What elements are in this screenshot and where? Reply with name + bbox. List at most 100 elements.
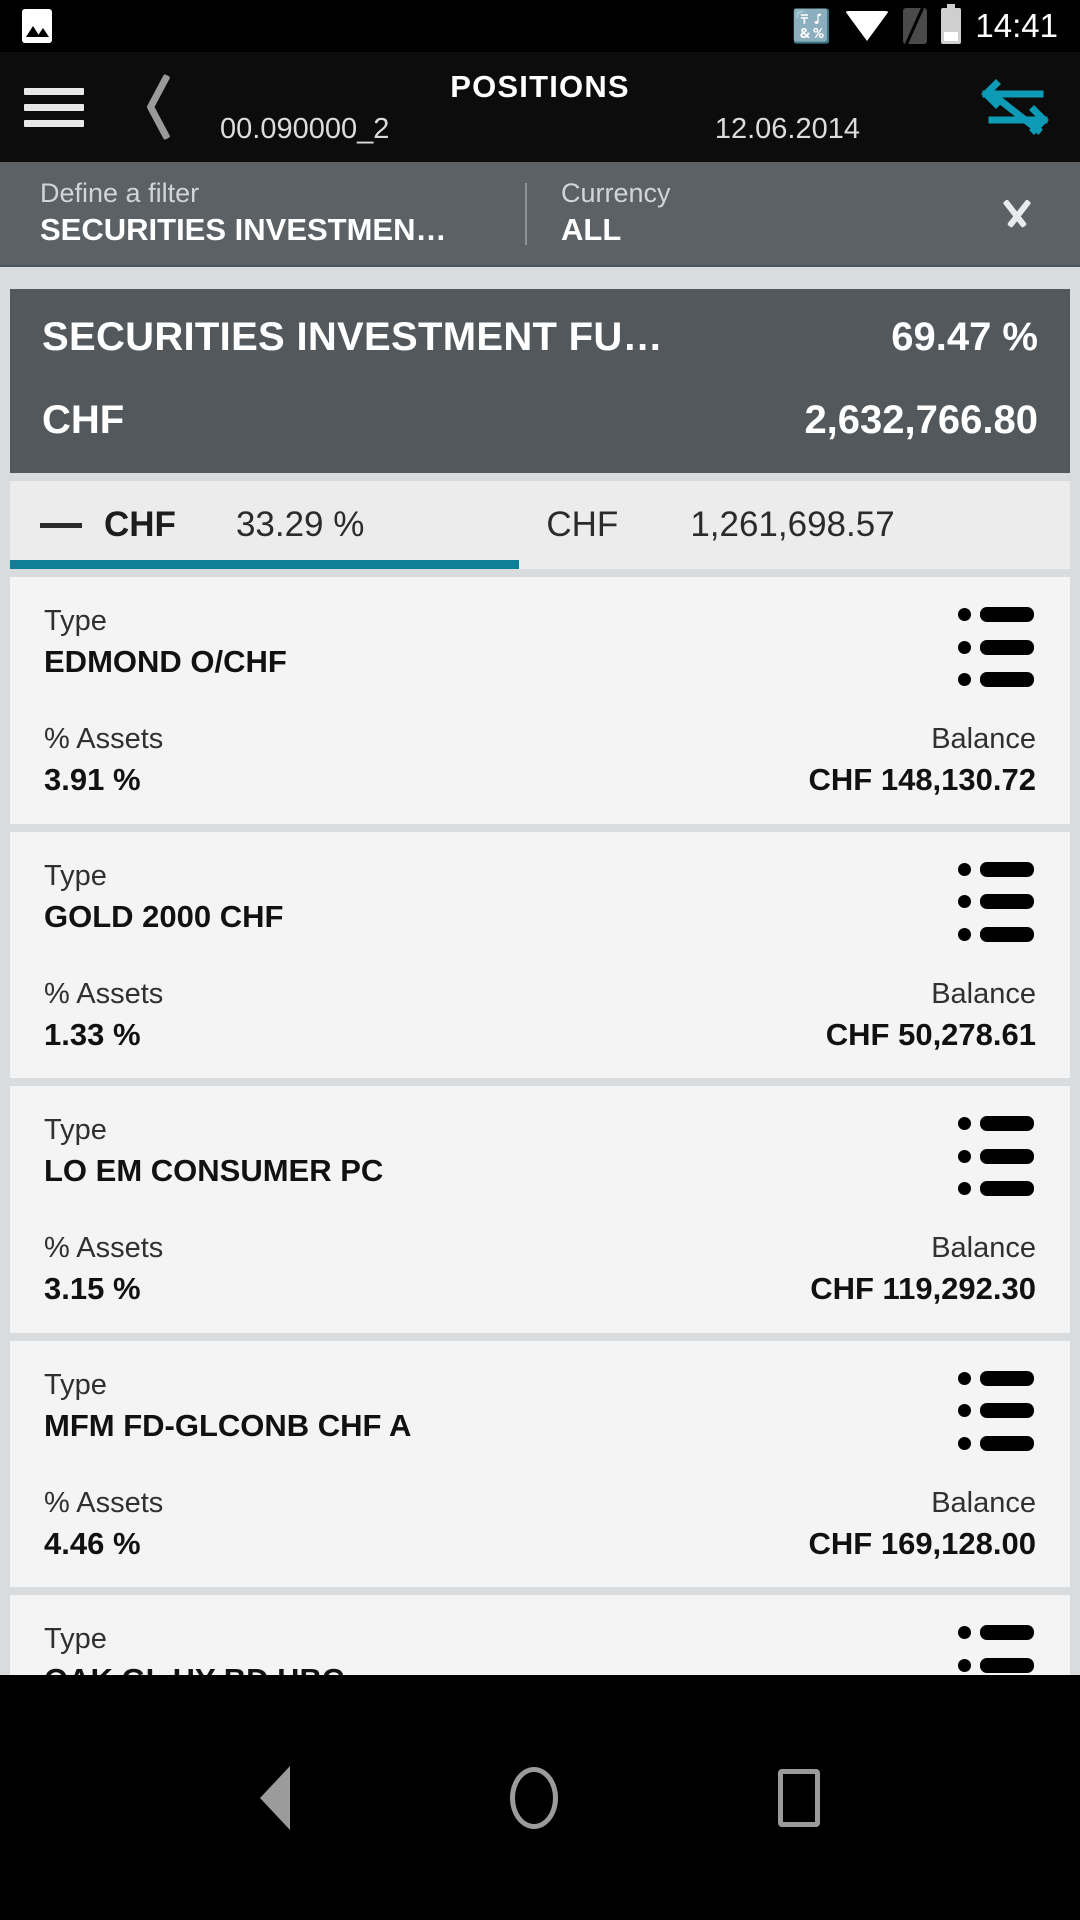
type-label: Type [44, 605, 107, 637]
currency-value: ALL [561, 212, 622, 247]
bluetooth-icon: 🔣 [791, 8, 832, 44]
position-card-top: Type GOLD 2000 CHF [44, 858, 1036, 942]
tab-percent: 33.29 % [235, 505, 365, 544]
assets-block: % Assets 3.15 % [44, 1230, 163, 1311]
assets-block: % Assets 1.33 % [44, 976, 163, 1057]
position-name: GOLD 2000 CHF [44, 898, 284, 934]
status-bar-left [22, 9, 52, 43]
assets-block: % Assets 4.46 % [44, 1485, 163, 1566]
assets-value: 4.46 % [44, 1525, 141, 1561]
assets-value: 3.91 % [44, 762, 141, 798]
tab-currency-secondary: CHF [546, 505, 619, 544]
position-card-bottom: % Assets 3.91 % Balance CHF 148,130.72 [44, 721, 1036, 802]
content-area: SECURITIES INVESTMENT FU… 69.47 % CHF 2,… [0, 267, 1080, 1675]
status-bar-right: 🔣 14:41 [791, 4, 1058, 45]
balance-label: Balance [931, 977, 1036, 1010]
nav-home-circle-icon[interactable] [510, 1766, 558, 1829]
position-type-block: Type OAK GL HY BD HBC [44, 1621, 344, 1675]
position-card[interactable]: TypeOAK GL HY BD HBC% Assets4.65 %Balanc… [10, 1595, 1070, 1675]
position-card-top: Type LO EM CONSUMER PC [44, 1112, 1036, 1196]
filter-label: Define a filter [40, 178, 200, 209]
position-type-block: Type EDMOND O/CHF [44, 603, 287, 684]
position-card-top: Type OAK GL HY BD HBC [44, 1621, 1036, 1675]
position-name: OAK GL HY BD HBC [44, 1658, 344, 1675]
type-label: Type [44, 1114, 107, 1146]
assets-block: % Assets 3.91 % [44, 721, 163, 802]
status-bar-clock: 14:41 [975, 7, 1058, 44]
account-number: 00.090000_2 [220, 112, 390, 145]
filter-value: SECURITIES INVESTMEN… [40, 212, 447, 247]
balance-value: CHF 148,130.72 [808, 762, 1036, 798]
bulleted-list-icon[interactable] [958, 1112, 1036, 1196]
position-card-bottom: % Assets 1.33 % Balance CHF 50,278.61 [44, 976, 1036, 1057]
position-card-bottom: % Assets 4.46 % Balance CHF 169,128.00 [44, 1485, 1036, 1566]
balance-block: Balance CHF 50,278.61 [826, 976, 1036, 1057]
balance-label: Balance [931, 1232, 1036, 1264]
assets-label: % Assets [44, 1232, 164, 1264]
bulleted-list-icon[interactable] [958, 603, 1036, 687]
summary-amount: 2,632,766.80 [804, 398, 1038, 442]
chevron-down-icon[interactable] [994, 201, 1040, 227]
type-label: Type [44, 1368, 107, 1401]
balance-block: Balance CHF 119,292.30 [810, 1230, 1036, 1311]
position-card-bottom: % Assets 3.15 % Balance CHF 119,292.30 [44, 1230, 1036, 1311]
summary-name-row: SECURITIES INVESTMENT FU… 69.47 % [42, 315, 1038, 360]
page-title: POSITIONS [450, 68, 630, 104]
balance-label: Balance [931, 1486, 1036, 1519]
app-bar-subtitle: 00.090000_2 12.06.2014 [220, 113, 860, 146]
currency-group-tab[interactable]: CHF 33.29 % CHF 1,261,698.57 [10, 481, 1070, 569]
hamburger-icon[interactable] [24, 87, 84, 127]
tab-amount: 1,261,698.57 [690, 505, 895, 544]
collapse-dash-icon[interactable] [40, 522, 82, 528]
portfolio-summary-card[interactable]: SECURITIES INVESTMENT FU… 69.47 % CHF 2,… [10, 289, 1070, 473]
image-icon [22, 9, 52, 43]
app-bar: POSITIONS 00.090000_2 12.06.2014 [0, 52, 1080, 162]
position-card[interactable]: Type GOLD 2000 CHF % Assets 1.33 % Balance CH… [10, 831, 1070, 1078]
position-name: EDMOND O/CHF [44, 644, 287, 680]
wifi-icon [845, 11, 890, 41]
nav-back-triangle-icon[interactable] [260, 1765, 290, 1830]
summary-currency: CHF [42, 398, 125, 442]
balance-block: Balance CHF 169,128.00 [809, 1485, 1036, 1566]
type-label: Type [44, 1623, 107, 1655]
assets-label: % Assets [44, 723, 164, 755]
filter-selector[interactable]: Define a filter SECURITIES INVESTMEN… [0, 177, 525, 250]
sim-card-icon [903, 8, 928, 44]
assets-value: 1.33 % [44, 1016, 141, 1052]
position-type-block: Type LO EM CONSUMER PC [44, 1112, 383, 1193]
tab-active-underline [10, 560, 519, 569]
currency-label: Currency [561, 178, 671, 209]
nav-recent-square-icon[interactable] [778, 1768, 820, 1827]
status-bar: 🔣 14:41 [0, 0, 1080, 52]
summary-amount-row: CHF 2,632,766.80 [42, 398, 1038, 443]
position-card[interactable]: Type EDMOND O/CHF % Assets 3.91 % Balance CHF… [10, 577, 1070, 824]
bulleted-list-icon[interactable] [958, 858, 1036, 942]
assets-value: 3.15 % [44, 1271, 141, 1307]
type-label: Type [44, 859, 107, 892]
position-card-top: Type MFM FD-GLCONB CHF A [44, 1367, 1036, 1451]
currency-selector[interactable]: Currency ALL [527, 177, 1080, 250]
position-name: MFM FD-GLCONB CHF A [44, 1407, 412, 1443]
balance-block: Balance CHF 148,130.72 [809, 721, 1036, 802]
filter-bar: Define a filter SECURITIES INVESTMEN… Cu… [0, 162, 1080, 267]
position-type-block: Type MFM FD-GLCONB CHF A [44, 1367, 411, 1448]
bulleted-list-icon[interactable] [958, 1367, 1036, 1451]
position-card[interactable]: Type MFM FD-GLCONB CHF A % Assets 4.46 % Bal… [10, 1340, 1070, 1587]
position-type-block: Type GOLD 2000 CHF [44, 858, 283, 939]
position-list: Type EDMOND O/CHF % Assets 3.91 % Balance CHF… [10, 577, 1070, 1675]
position-card[interactable]: Type LO EM CONSUMER PC % Assets 3.15 % Balan… [10, 1086, 1070, 1333]
assets-label: % Assets [44, 1486, 164, 1519]
swap-transfer-icon[interactable] [976, 68, 1056, 146]
summary-name: SECURITIES INVESTMENT FU… [42, 315, 663, 359]
assets-label: % Assets [44, 977, 164, 1010]
valuation-date: 12.06.2014 [714, 112, 860, 145]
bulleted-list-icon[interactable] [958, 1621, 1036, 1675]
tab-currency: CHF [104, 505, 176, 544]
summary-percent: 69.47 % [891, 315, 1038, 359]
position-card-top: Type EDMOND O/CHF [44, 603, 1036, 687]
balance-value: CHF 119,292.30 [810, 1271, 1036, 1307]
balance-value: CHF 169,128.00 [808, 1525, 1036, 1561]
position-name: LO EM CONSUMER PC [44, 1153, 384, 1189]
app-screen: 🔣 14:41 POSITIONS 00.090000_2 12.06.2014 [0, 0, 1080, 1920]
back-chevron-icon[interactable] [132, 71, 178, 143]
